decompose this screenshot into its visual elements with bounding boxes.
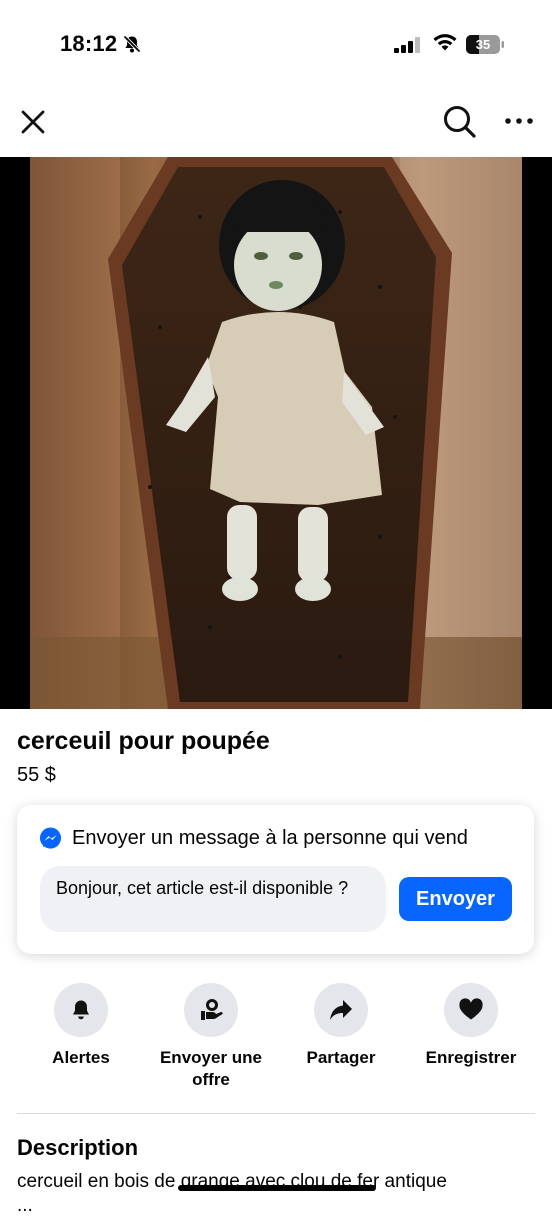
save-button[interactable]: Enregistrer	[401, 983, 541, 1069]
message-seller-card: Envoyer un message à la personne qui ven…	[17, 805, 534, 954]
description-text-continued: ...	[17, 1195, 33, 1216]
messenger-icon	[39, 827, 62, 849]
battery-level: 35	[475, 37, 491, 52]
more-icon[interactable]	[504, 109, 534, 133]
make-offer-label: Envoyer une offre	[159, 1048, 263, 1089]
status-bar: 18:12 35	[0, 0, 552, 90]
status-time: 18:12	[60, 31, 118, 56]
wifi-icon	[433, 34, 457, 51]
alerts-circle	[54, 983, 108, 1037]
send-button[interactable]: Envoyer	[399, 877, 512, 921]
save-circle	[444, 983, 498, 1037]
listing-photo[interactable]	[0, 157, 552, 709]
heart-icon	[459, 998, 483, 1020]
bell-off-icon	[123, 35, 141, 53]
save-label: Enregistrer	[425, 1048, 517, 1067]
close-icon[interactable]	[18, 107, 48, 137]
message-header: Envoyer un message à la personne qui ven…	[39, 827, 468, 850]
home-indicator[interactable]	[178, 1185, 376, 1191]
alerts-button[interactable]: Alertes	[11, 983, 151, 1069]
description-heading: Description	[17, 1135, 139, 1160]
listing-price: 55 $	[17, 764, 56, 786]
message-input[interactable]: Bonjour, cet article est-il disponible ?	[40, 866, 386, 932]
alerts-label: Alertes	[52, 1048, 110, 1067]
share-label: Partager	[306, 1048, 376, 1067]
top-nav	[0, 95, 552, 151]
search-icon[interactable]	[441, 103, 477, 139]
message-heading: Envoyer un message à la personne qui ven…	[72, 827, 468, 849]
action-row: Alertes Envoyer une offre Partager Enreg…	[0, 983, 552, 1093]
listing-title: cerceuil pour poupée	[17, 727, 270, 755]
bell-icon	[73, 1000, 89, 1020]
share-button[interactable]: Partager	[271, 983, 411, 1069]
doll-in-coffin-image	[0, 157, 552, 709]
offer-icon	[201, 999, 223, 1020]
make-offer-button[interactable]: Envoyer une offre	[141, 983, 281, 1091]
share-icon	[330, 1000, 352, 1020]
section-divider	[17, 1113, 535, 1114]
signal-icon	[394, 37, 420, 53]
share-circle	[314, 983, 368, 1037]
make-offer-circle	[184, 983, 238, 1037]
